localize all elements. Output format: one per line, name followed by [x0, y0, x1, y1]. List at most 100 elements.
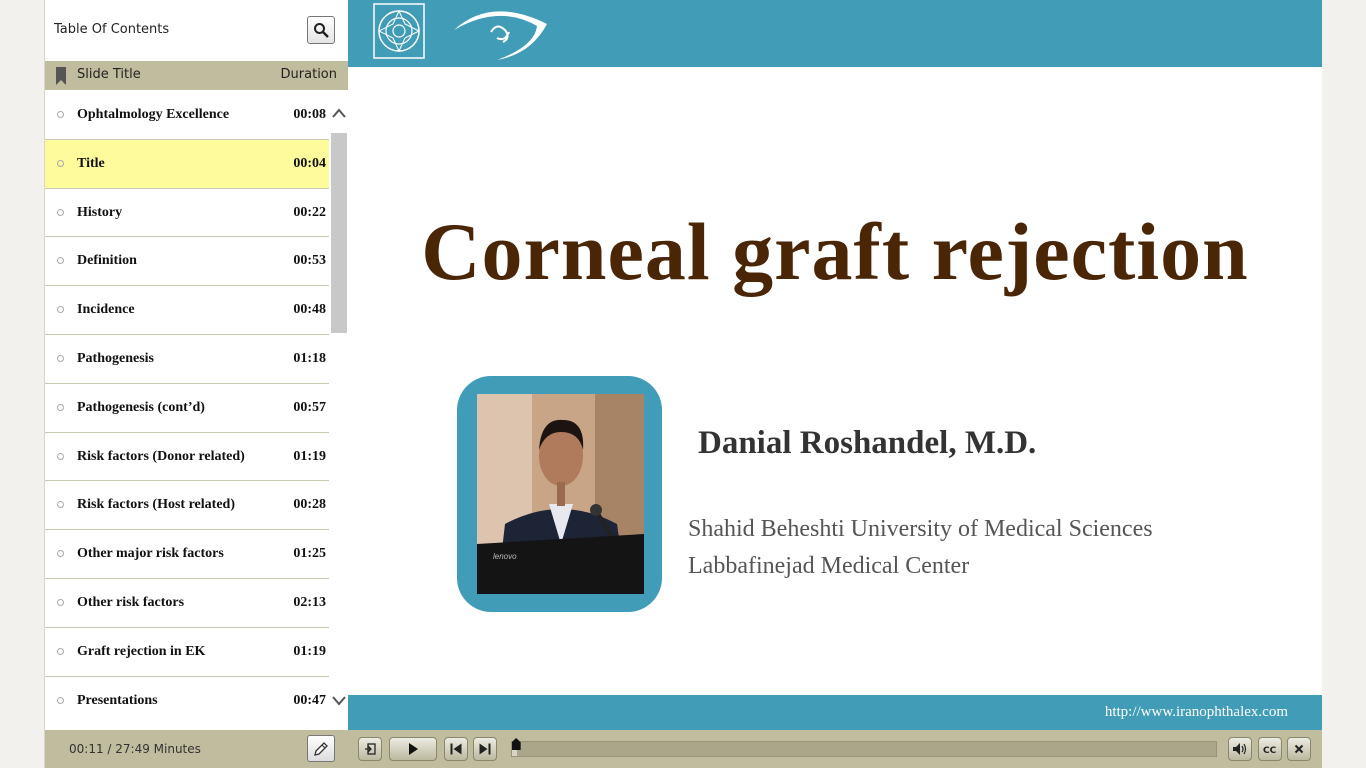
player-controls: CC — [348, 730, 1322, 768]
close-button[interactable] — [1287, 737, 1311, 761]
volume-button[interactable] — [1228, 737, 1252, 761]
toc-header: Table Of Contents — [45, 0, 349, 61]
slide-item-duration: 01:19 — [293, 448, 326, 464]
search-button[interactable] — [307, 16, 335, 44]
slide-item-duration: 00:48 — [293, 302, 326, 318]
slide-item-title: Risk factors (Host related) — [77, 497, 235, 513]
seek-handle[interactable] — [511, 738, 521, 750]
bullet-icon — [57, 598, 64, 606]
slide-list-item[interactable]: Definition 00:53 — [45, 237, 329, 287]
slide-list-item[interactable]: Pathogenesis 01:18 — [45, 334, 329, 384]
slide-list-item[interactable]: Ophtalmology Excellence 00:08 — [45, 91, 329, 140]
slide-item-title: Ophtalmology Excellence — [77, 107, 230, 122]
slide-item-title: Title — [77, 155, 105, 171]
previous-slide-button[interactable] — [444, 737, 468, 761]
slide-list: Ophtalmology Excellence 00:08 Title 00:04 Hi… — [45, 91, 329, 724]
bullet-icon — [57, 696, 64, 704]
slide-item-duration: 00:47 — [293, 692, 326, 708]
slide-item-duration: 02:13 — [293, 594, 326, 610]
toc-title: Table Of Contents — [54, 22, 170, 37]
slide-item-duration: 00:08 — [293, 107, 326, 122]
toc-column-header: Slide Title Duration — [45, 61, 349, 90]
university-logo — [373, 3, 425, 59]
play-icon — [409, 743, 418, 755]
slide-item-duration: 00:28 — [293, 497, 326, 513]
presenter-photo-frame: lenovo — [457, 376, 662, 612]
slide-item-title: Graft rejection in EK — [77, 643, 206, 659]
presenter-photo: lenovo — [477, 394, 644, 594]
slide-list-item[interactable]: History 00:22 — [45, 188, 329, 238]
slide-item-title: Other risk factors — [77, 594, 185, 610]
affiliation-center: Labbafinejad Medical Center — [688, 553, 970, 579]
chevron-down-icon[interactable] — [331, 695, 347, 707]
slide-list-item[interactable]: Other risk factors 02:13 — [45, 578, 329, 628]
slide-item-title: Presentations — [77, 692, 158, 708]
affiliation-university: Shahid Beheshti University of Medical Sc… — [688, 516, 1153, 542]
scroll-thumb[interactable] — [331, 133, 347, 333]
slide-list-item[interactable]: Graft rejection in EK 01:19 — [45, 627, 329, 677]
author-name: Danial Roshandel, M.D. — [698, 425, 1037, 461]
slide-item-title: Risk factors (Donor related) — [77, 448, 245, 464]
slide-item-duration: 00:04 — [293, 155, 326, 171]
next-slide-button[interactable] — [473, 737, 497, 761]
slide-list-item[interactable]: Risk factors (Donor related) 01:19 — [45, 432, 329, 482]
bullet-icon — [57, 452, 64, 460]
seek-bar[interactable] — [511, 741, 1217, 757]
slide-list-item[interactable]: Presentations 00:47 — [45, 676, 329, 724]
sidebar-footer: 00:11 / 27:49 Minutes — [45, 730, 349, 768]
closed-captions-button[interactable]: CC — [1258, 737, 1282, 761]
notes-button[interactable] — [307, 735, 335, 762]
close-icon — [1294, 744, 1304, 754]
bookmark-icon — [56, 67, 66, 85]
slide-item-duration: 00:57 — [293, 399, 326, 415]
slide-item-title: History — [77, 204, 123, 220]
bullet-icon — [57, 257, 64, 265]
slide-item-duration: 00:53 — [293, 253, 326, 269]
slide-list-item[interactable]: Incidence 00:48 — [45, 286, 329, 335]
slide-item-duration: 01:25 — [293, 546, 326, 562]
slide-top-banner — [348, 0, 1322, 67]
slide-item-title: Definition — [77, 253, 137, 269]
next-icon — [479, 743, 491, 755]
slide-title-column: Slide Title — [77, 67, 141, 82]
slide-list-item[interactable]: Risk factors (Host related) 00:28 — [45, 481, 329, 531]
bullet-icon — [57, 208, 64, 216]
slide-list-item[interactable]: Other major risk factors 01:25 — [45, 530, 329, 579]
slide-canvas: Corneal graft rejection lenovo Danial Ro… — [348, 0, 1322, 730]
duration-column: Duration — [280, 67, 337, 82]
volume-icon — [1233, 743, 1247, 755]
slide-heading: Corneal graft rejection — [421, 206, 1249, 297]
bullet-icon — [57, 647, 64, 655]
bullet-icon — [57, 111, 64, 118]
slide-item-title: Other major risk factors — [77, 546, 224, 562]
slide-item-duration: 00:22 — [293, 204, 326, 220]
slide-list-scrollbar[interactable] — [329, 91, 349, 724]
play-button[interactable] — [389, 737, 437, 761]
right-gutter — [1322, 0, 1366, 768]
slide-item-title: Pathogenesis (cont’d) — [77, 399, 205, 415]
website-url: http://www.iranophthalex.com — [1104, 704, 1288, 720]
slide-item-duration: 01:18 — [293, 350, 326, 366]
cc-label: CC — [1263, 746, 1277, 754]
slide-item-title: Pathogenesis — [77, 350, 154, 366]
slide-item-title: Incidence — [77, 302, 135, 318]
previous-icon — [450, 743, 462, 755]
bullet-icon — [57, 306, 64, 314]
laptop-brand-text: lenovo — [493, 552, 517, 561]
cc-icon: CC — [1263, 746, 1277, 754]
chevron-up-icon[interactable] — [331, 107, 347, 119]
slide-list-item[interactable]: Title 00:04 — [45, 139, 329, 189]
exit-button[interactable] — [358, 737, 382, 761]
slide-item-duration: 01:19 — [293, 643, 326, 659]
time-readout: 00:11 / 27:49 Minutes — [69, 742, 201, 756]
bullet-icon — [57, 501, 64, 509]
pencil-icon — [314, 742, 328, 756]
bullet-icon — [57, 354, 64, 362]
eye-center-logo — [454, 11, 547, 61]
bullet-icon — [57, 550, 64, 558]
slide-bottom-banner: http://www.iranophthalex.com — [348, 695, 1322, 730]
table-of-contents-panel: Table Of Contents Slide Title Duration O… — [44, 0, 349, 768]
search-icon — [314, 23, 329, 38]
slide-list-item[interactable]: Pathogenesis (cont’d) 00:57 — [45, 383, 329, 433]
exit-icon — [365, 743, 376, 755]
